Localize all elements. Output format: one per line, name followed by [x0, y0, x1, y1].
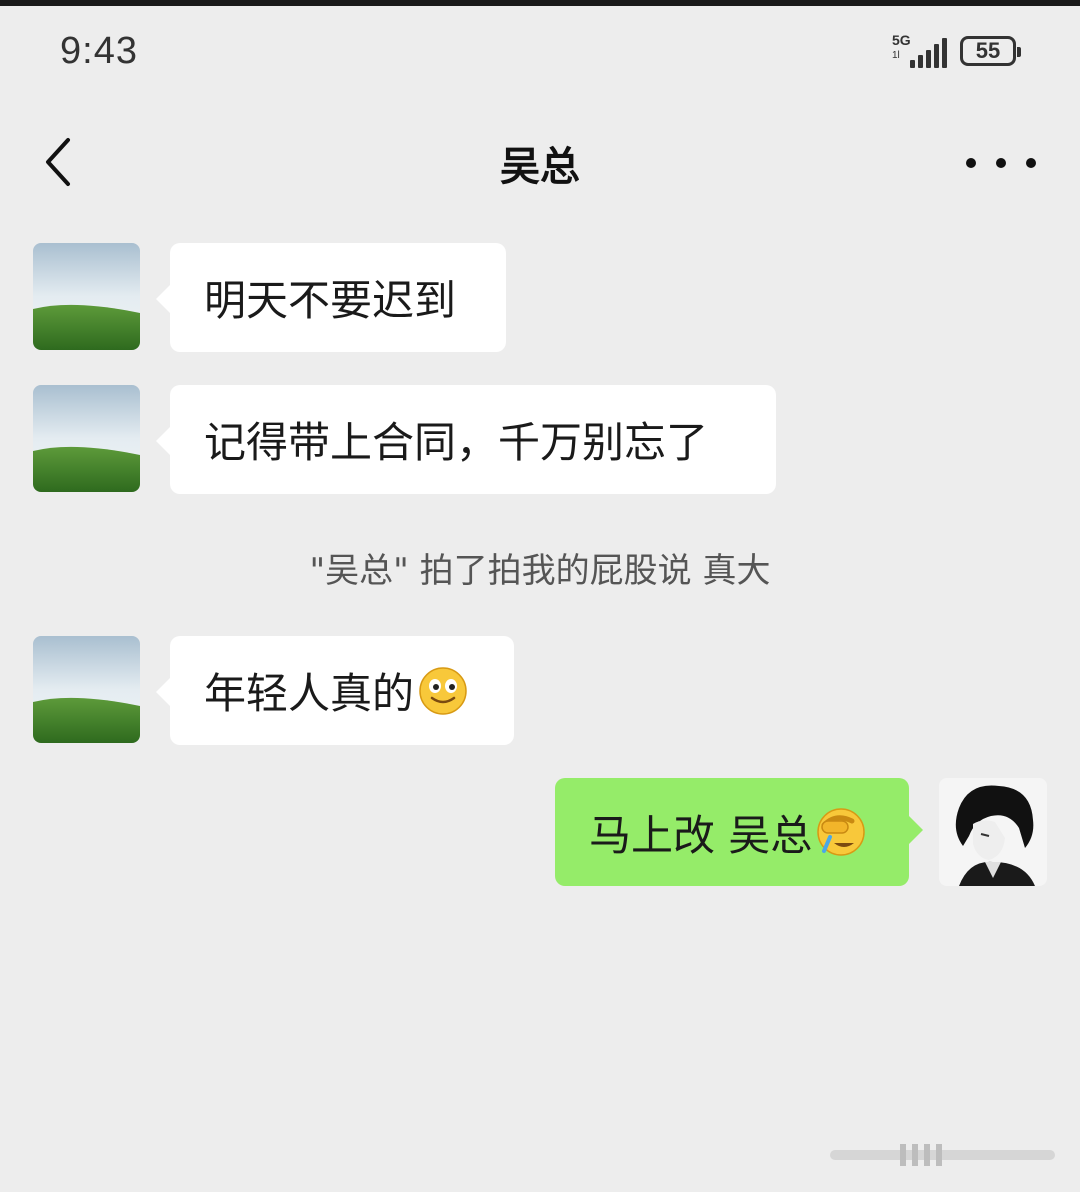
contact-avatar[interactable] [33, 385, 140, 492]
message-bubble[interactable]: 明天不要迟到 [156, 243, 506, 352]
network-sub-label: 1l [892, 50, 900, 61]
more-icon [966, 158, 976, 168]
contact-avatar[interactable] [33, 636, 140, 743]
contact-avatar[interactable] [33, 243, 140, 350]
message-text: 记得带上合同，千万别忘了 [204, 418, 709, 467]
system-pat-message: "吴总" 拍了拍我的屁股说 真大 [309, 551, 771, 591]
more-button[interactable] [966, 146, 1036, 180]
signal-icon: 5G 1l [892, 32, 950, 68]
message-text: 年轻人真的 [204, 669, 415, 718]
status-icons: 5G 1l 55 [892, 32, 1021, 68]
my-message-bubble[interactable]: 马上改 吴总 [555, 778, 923, 886]
message-bubble[interactable]: 年轻人真的 [156, 636, 514, 745]
status-time: 9:43 [60, 30, 138, 72]
my-avatar[interactable] [939, 778, 1047, 886]
top-edge [0, 0, 1080, 6]
message-text: 明天不要迟到 [204, 276, 457, 325]
smile-emoji-icon [419, 666, 467, 715]
battery-level: 55 [975, 38, 1001, 63]
facepalm-cry-emoji-icon [817, 808, 866, 856]
chat-title: 吴总 [500, 144, 580, 190]
network-label: 5G [892, 32, 911, 48]
battery-icon: 55 [960, 36, 1021, 66]
chat-screen: 9:43 5G 1l 55 吴总 明天不要迟到 记得带上合同，千万别忘了 "吴总… [0, 0, 1080, 1192]
home-indicator-icon [830, 1144, 1055, 1166]
message-bubble[interactable]: 记得带上合同，千万别忘了 [156, 385, 776, 494]
message-text: 马上改 吴总 [589, 810, 813, 860]
